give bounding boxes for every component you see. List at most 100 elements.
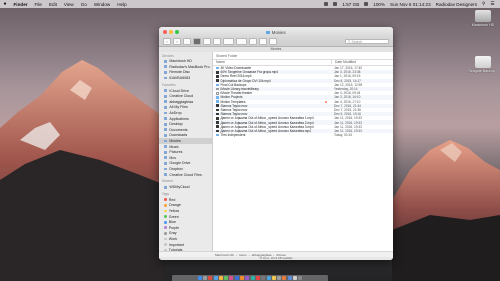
menu-finder[interactable]: Finder xyxy=(10,2,31,7)
music-icon xyxy=(164,145,168,148)
tag-dot-icon xyxy=(164,203,167,207)
dock-app-icon[interactable] xyxy=(229,276,234,280)
dropbox-button[interactable] xyxy=(269,38,277,45)
share-button[interactable] xyxy=(249,38,257,45)
window-title: Movies xyxy=(159,30,393,35)
dock-app-icon[interactable] xyxy=(202,276,207,280)
tag-dot-icon xyxy=(325,100,327,103)
dock-app-icon[interactable] xyxy=(218,276,223,280)
path-segment[interactable]: Users xyxy=(239,253,247,257)
sidebar-section-header: Favorites xyxy=(162,82,176,87)
path-separator-icon: › xyxy=(273,252,275,257)
dock-app-icon[interactable] xyxy=(250,276,255,280)
menu-file[interactable]: File xyxy=(31,2,45,7)
action-button[interactable] xyxy=(236,38,247,45)
sidebar-item-label: Work xyxy=(168,236,178,241)
wifi-icon[interactable] xyxy=(362,1,371,7)
pictures-icon xyxy=(164,150,168,154)
desktop-icon-macintosh-hd[interactable]: Macintosh HD xyxy=(466,10,500,27)
status-icon[interactable] xyxy=(331,1,340,7)
icon-view-button[interactable] xyxy=(183,38,191,45)
network-icon xyxy=(164,185,168,189)
column-view-button[interactable] xyxy=(203,38,211,45)
menu-edit[interactable]: Edit xyxy=(45,2,60,7)
folder-file-icon xyxy=(216,100,219,103)
file-name: Tres Independent xyxy=(220,133,246,138)
dock-app-icon[interactable] xyxy=(277,276,282,280)
status-icon[interactable] xyxy=(322,1,331,7)
path-separator-icon: › xyxy=(248,252,250,257)
dock-app-icon[interactable] xyxy=(282,276,287,280)
dock-app-icon[interactable] xyxy=(255,276,260,280)
forward-button[interactable]: › xyxy=(173,38,181,45)
dock-app-icon[interactable] xyxy=(234,276,239,280)
arrange-button[interactable] xyxy=(223,38,234,45)
finder-window: Movies ‹ › ⚲ Search Movies Devices Macint… xyxy=(159,27,393,260)
sidebar-section-header: Devices xyxy=(162,53,174,58)
menu-bar: ● Finder File Edit View Go Window Help 1… xyxy=(0,0,500,8)
battery-readout[interactable]: 100% xyxy=(371,2,388,7)
sidebar-item-label: Macintosh HD xyxy=(169,59,192,64)
desktop-icon-label: Seagate Backup... xyxy=(468,69,498,73)
file-date: Today, 00:15 xyxy=(334,133,353,138)
drive-icon xyxy=(164,161,168,165)
dock-app-icon[interactable] xyxy=(240,276,245,280)
path-segment[interactable]: Movies xyxy=(276,253,286,257)
status-bar: 17 items, 18.22 GB available xyxy=(159,257,393,260)
tag-dot-icon xyxy=(164,237,167,241)
tag-dot-icon xyxy=(164,243,167,246)
spotlight-icon[interactable]: ⚲ xyxy=(480,1,488,7)
apple-menu-icon[interactable]: ● xyxy=(0,1,10,7)
sidebar-item-label: Gray xyxy=(168,231,177,236)
sidebar-item-label: Creative Cloud Files xyxy=(169,172,202,177)
tag-dot-icon xyxy=(164,226,167,230)
sidebar-item-label: Red xyxy=(168,197,176,202)
menu-view[interactable]: View xyxy=(60,2,77,7)
cover-flow-button[interactable] xyxy=(213,38,221,45)
list-view-button[interactable] xyxy=(193,38,201,45)
path-segment[interactable]: Macintosh HD xyxy=(215,253,234,257)
path-segment[interactable]: abbaggiagblaa xyxy=(252,253,272,257)
tag-dot-icon xyxy=(164,209,167,213)
dock-app-icon[interactable] xyxy=(224,276,229,280)
sidebar-item-label: WDMyCloud xyxy=(169,185,190,190)
dock-app-icon[interactable] xyxy=(266,276,271,280)
sidebar-item-label: Movies xyxy=(169,139,181,144)
dock-app-icon[interactable] xyxy=(208,276,213,280)
column-date-modified[interactable]: Date Modified xyxy=(331,60,393,65)
menu-go[interactable]: Go xyxy=(77,2,90,7)
clock[interactable]: Sun Nov 6 01:14:23 xyxy=(388,2,434,7)
doc-file-icon xyxy=(216,87,219,91)
file-row[interactable]: Tres Independent Today, 00:15 xyxy=(213,133,393,137)
title-bar[interactable]: Movies xyxy=(159,27,393,37)
column-name[interactable]: Name xyxy=(213,60,331,64)
disk-icon xyxy=(164,76,168,80)
sidebar-item-label: iCloud Drive xyxy=(169,88,189,93)
folder-icon xyxy=(164,100,168,104)
folder-icon xyxy=(164,128,168,132)
folder-file-icon xyxy=(216,83,219,87)
sidebar-item-label: Documents xyxy=(169,127,188,132)
desktop-icon-external-drive[interactable]: Seagate Backup... xyxy=(466,56,500,73)
apps-icon xyxy=(164,117,168,121)
menu-help[interactable]: Help xyxy=(114,2,130,7)
dock-app-icon[interactable] xyxy=(197,276,202,280)
sidebar-item-label: Orange xyxy=(168,203,181,208)
sidebar-item-label: Purple xyxy=(168,225,180,230)
notification-center-icon[interactable]: ☰ xyxy=(488,1,497,7)
dock-app-icon[interactable] xyxy=(293,276,298,280)
dock-app-icon[interactable] xyxy=(298,276,303,280)
dock-app-icon[interactable] xyxy=(261,276,266,280)
back-button[interactable]: ‹ xyxy=(163,38,171,45)
download-icon xyxy=(164,134,168,137)
memory-readout[interactable]: 1:57 GB xyxy=(340,2,362,7)
tags-button[interactable] xyxy=(259,38,267,45)
dock-app-icon[interactable] xyxy=(245,276,250,280)
dock-app-icon[interactable] xyxy=(287,276,292,280)
dock-app-icon[interactable] xyxy=(213,276,218,280)
sidebar-section-header: Tags xyxy=(162,191,169,196)
user-name[interactable]: Radiodav Designers xyxy=(433,2,479,7)
menu-window[interactable]: Window xyxy=(90,2,113,7)
dock-app-icon[interactable] xyxy=(271,276,276,280)
search-input[interactable]: ⚲ Search xyxy=(345,39,389,44)
